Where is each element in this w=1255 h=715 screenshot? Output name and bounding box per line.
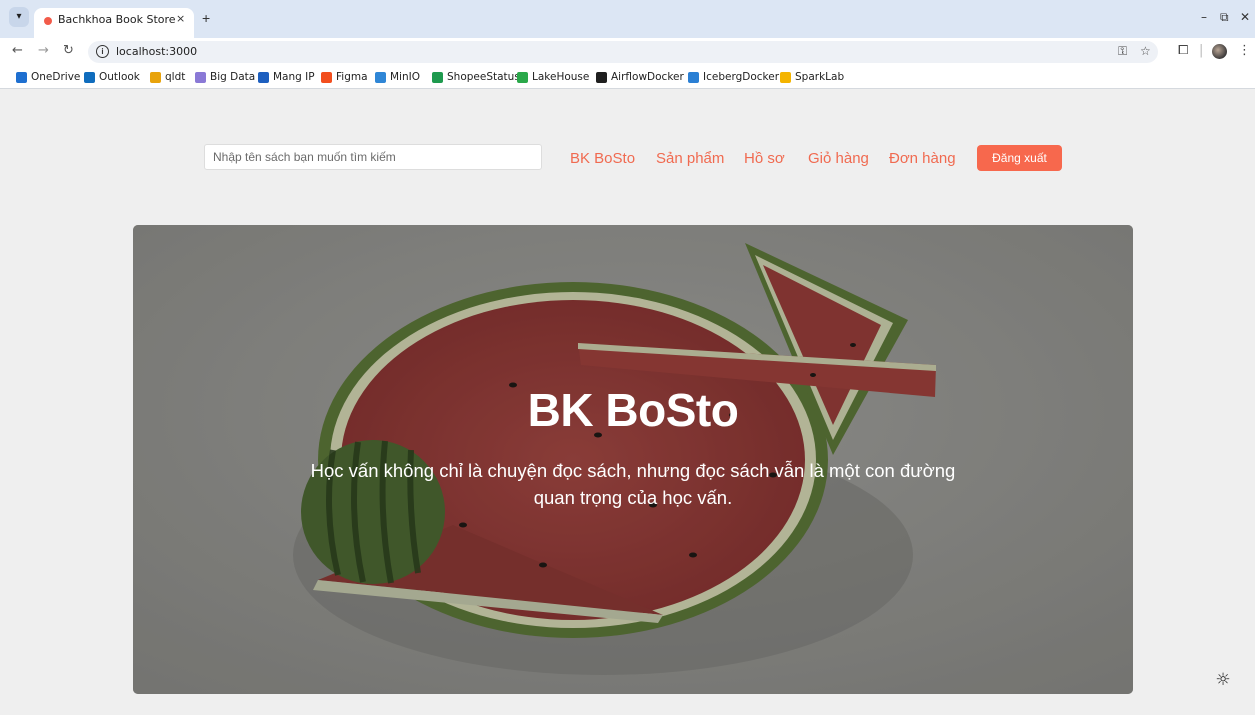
hero-subtitle: Học vấn không chỉ là chuyện đọc sách, nh…: [310, 460, 956, 508]
lakehouse-icon: [517, 71, 528, 83]
bookmark-mang-ip[interactable]: Mang IP: [258, 69, 315, 85]
new-tab-button[interactable]: +: [202, 10, 210, 26]
profile-avatar[interactable]: [1212, 44, 1227, 59]
qldt-icon: [150, 71, 161, 83]
bookmark-lakehouse[interactable]: LakeHouse: [517, 69, 589, 85]
logout-button[interactable]: Đăng xuất: [977, 145, 1062, 171]
toolbar-divider: |: [1199, 43, 1204, 58]
forward-arrow-icon[interactable]: →: [38, 43, 49, 58]
sheets-icon: [432, 71, 443, 83]
bookmark-label: AirflowDocker: [611, 71, 684, 83]
bookmark-label: Mang IP: [273, 71, 315, 83]
nav-link-home[interactable]: BK BoSto: [570, 150, 635, 167]
bookmark-figma[interactable]: Figma: [321, 69, 368, 85]
extensions-puzzle-icon[interactable]: ⧠: [1178, 43, 1188, 58]
figma-icon: [321, 71, 332, 83]
bookmark-label: Big Data: [210, 71, 256, 83]
book-search-input[interactable]: [204, 144, 542, 170]
tab-list-chevron-icon[interactable]: ▾: [9, 7, 29, 27]
bookmark-label: qldt: [165, 71, 186, 83]
site-info-icon[interactable]: i: [96, 45, 109, 58]
bookmark-qldt[interactable]: qldt: [150, 69, 185, 85]
github-icon: [596, 71, 607, 83]
url-text[interactable]: localhost:3000: [116, 45, 197, 58]
mangip-icon: [258, 71, 269, 83]
bookmark-label: OneDrive: [31, 71, 81, 83]
bookmark-minio[interactable]: MinIO: [375, 69, 420, 85]
bookmark-label: MinIO: [390, 71, 420, 83]
outlook-icon: [84, 71, 95, 83]
address-bar[interactable]: i localhost:3000 ⚿ ☆: [88, 41, 1158, 63]
reload-icon[interactable]: ↻: [63, 43, 74, 58]
back-arrow-icon[interactable]: ←: [12, 43, 23, 58]
tab-favicon-icon: [44, 17, 52, 25]
spark-icon: [195, 71, 206, 83]
nav-link-products[interactable]: Sản phẩm: [656, 150, 724, 167]
browser-toolbar: ← → ↻ i localhost:3000 ⚿ ☆ ⧠ | ⋮: [0, 38, 1255, 66]
bookmark-shopeestatus[interactable]: ShopeeStatus: [432, 69, 520, 85]
iceberg-icon: [688, 71, 699, 83]
hero-title: BK BoSto: [527, 384, 739, 436]
sun-icon[interactable]: ☼: [1213, 670, 1233, 690]
close-window-icon[interactable]: ✕: [1240, 10, 1250, 24]
nav-link-orders[interactable]: Đơn hàng: [889, 150, 956, 167]
minio-icon: [375, 71, 386, 83]
bookmark-label: LakeHouse: [532, 71, 590, 83]
tab-title: Bachkhoa Book Store: [58, 13, 176, 26]
password-key-icon[interactable]: ⚿: [1118, 44, 1127, 59]
hero-banner: BK BoSto Học vấn không chỉ là chuyện đọc…: [133, 225, 1133, 694]
browser-tab[interactable]: Bachkhoa Book Store ×: [34, 8, 194, 38]
browser-tabstrip: ▾ Bachkhoa Book Store × + – ⧉ ✕: [0, 0, 1255, 38]
restore-icon[interactable]: ⧉: [1220, 10, 1229, 25]
bookmark-onedrive[interactable]: OneDrive: [16, 69, 80, 85]
bookmark-icebergdocker[interactable]: IcebergDocker: [688, 69, 779, 85]
browser-menu-icon[interactable]: ⋮: [1238, 43, 1251, 58]
bookmark-big-data[interactable]: Big Data: [195, 69, 255, 85]
bookmark-label: Outlook: [99, 71, 140, 83]
bookmark-label: IcebergDocker: [703, 71, 780, 83]
bookmark-label: Figma: [336, 71, 368, 83]
bookmarks-bar: OneDrive Outlook qldt Big Data Mang IP Figma M…: [0, 66, 1255, 89]
minimize-icon[interactable]: –: [1201, 10, 1207, 24]
bookmark-star-icon[interactable]: ☆: [1140, 44, 1151, 58]
drive-icon: [780, 71, 791, 83]
bookmark-label: SparkLab: [795, 71, 845, 83]
tab-close-icon[interactable]: ×: [176, 12, 185, 25]
bookmark-label: ShopeeStatus: [447, 71, 520, 83]
onedrive-icon: [16, 71, 27, 83]
bookmark-sparklab[interactable]: SparkLab: [780, 69, 844, 85]
bookmark-airflowdocker[interactable]: AirflowDocker: [596, 69, 684, 85]
nav-link-profile[interactable]: Hồ sơ: [744, 150, 785, 167]
nav-link-cart[interactable]: Giỏ hàng: [808, 150, 869, 167]
bookmark-outlook[interactable]: Outlook: [84, 69, 140, 85]
